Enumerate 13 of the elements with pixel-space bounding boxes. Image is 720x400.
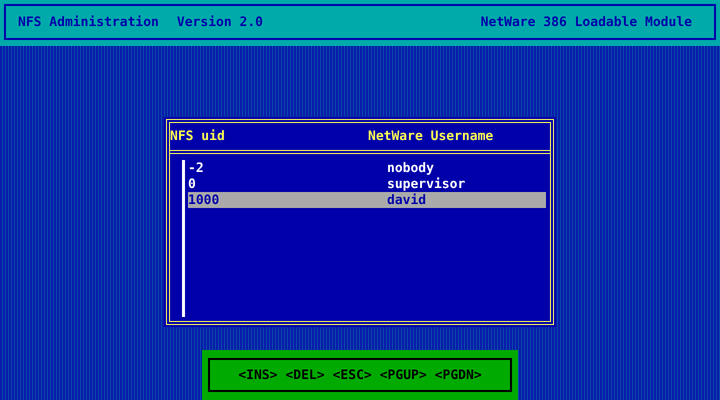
module-label: NetWare 386 Loadable Module xyxy=(480,14,692,30)
app-title: NFS Administration xyxy=(18,14,159,30)
user-row[interactable]: 0 supervisor xyxy=(188,176,546,192)
column-header: NFS uid xyxy=(170,129,226,144)
key-hint: <ESC> xyxy=(332,368,372,382)
key-hint: <PGDN> xyxy=(434,368,482,382)
key-hint: <INS> xyxy=(238,368,278,382)
user-row[interactable]: -2 nobody xyxy=(188,160,546,176)
key-hint: <PGUP> xyxy=(380,368,427,382)
key-hint: <DEL> xyxy=(285,368,325,382)
column-header: NetWare Username xyxy=(368,129,494,144)
version-label: Version 2.0 xyxy=(176,14,263,30)
user-row[interactable]: 1000 david xyxy=(188,192,546,208)
